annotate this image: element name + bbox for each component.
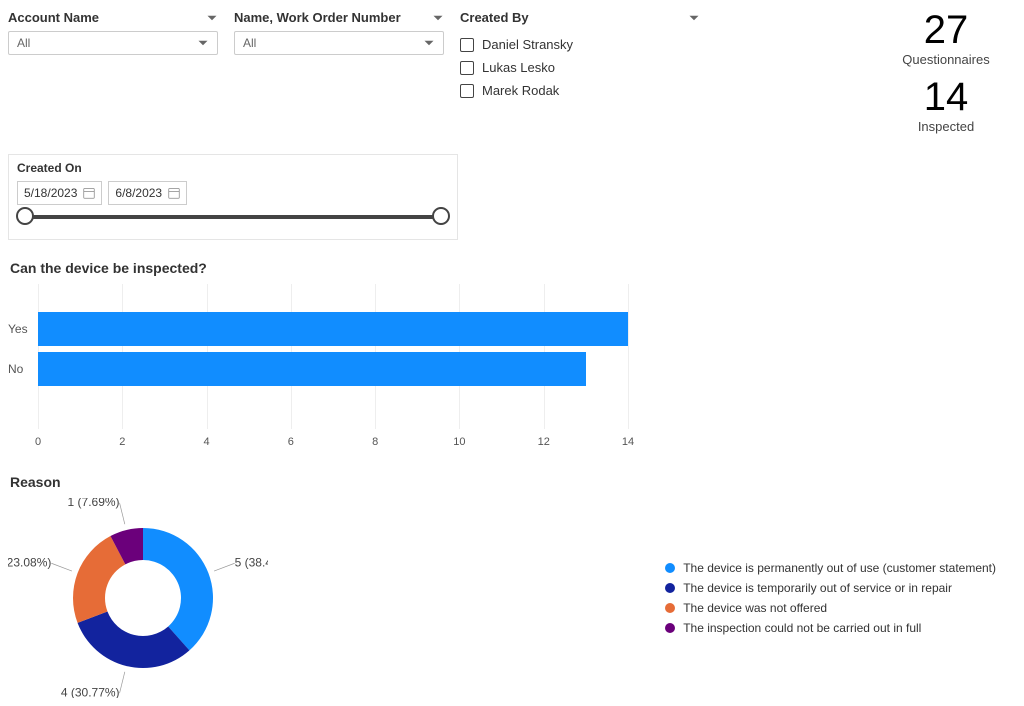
option-label: Lukas Lesko xyxy=(482,60,555,75)
calendar-icon xyxy=(83,187,95,199)
filter-label: Name, Work Order Number xyxy=(234,10,401,25)
donut-data-label: 1 (7.69%) xyxy=(68,498,120,509)
bar-yes[interactable] xyxy=(38,312,628,346)
donut-svg: 5 (38.46%) 4 (30.77%) 3 (23.08%) 1 (7.69%) xyxy=(8,498,268,698)
created-by-option[interactable]: Marek Rodak xyxy=(460,79,700,102)
filter-label: Created On xyxy=(17,161,449,175)
checkbox-icon xyxy=(460,61,474,75)
donut-data-label: 3 (23.08%) xyxy=(8,555,51,569)
checkbox-icon xyxy=(460,84,474,98)
legend-swatch-icon xyxy=(665,583,675,593)
kpi-inspected: 14 Inspected xyxy=(876,75,1016,134)
bar-category-label: No xyxy=(8,362,36,376)
legend-swatch-icon xyxy=(665,603,675,613)
filter-created-on: Created On 5/18/2023 6/8/2023 xyxy=(8,154,458,240)
legend-swatch-icon xyxy=(665,623,675,633)
slider-handle-end[interactable] xyxy=(432,207,450,225)
x-tick: 12 xyxy=(538,436,550,448)
x-tick: 2 xyxy=(119,436,125,448)
legend-item[interactable]: The device is temporarily out of service… xyxy=(665,578,996,598)
donut-chart-title: Reason xyxy=(10,474,1016,490)
chevron-down-icon xyxy=(688,12,700,24)
chevron-down-icon xyxy=(197,37,209,49)
filter-work-order: Name, Work Order Number All xyxy=(234,8,444,142)
kpi-value: 14 xyxy=(876,75,1016,119)
work-order-select[interactable]: All xyxy=(234,31,444,55)
legend-swatch-icon xyxy=(665,563,675,573)
checkbox-icon xyxy=(460,38,474,52)
x-tick: 8 xyxy=(372,436,378,448)
donut-slice[interactable] xyxy=(78,611,190,668)
donut-slice[interactable] xyxy=(143,528,213,650)
legend-label: The device is temporarily out of service… xyxy=(683,581,952,595)
donut-chart-reason: 5 (38.46%)4 (30.77%)3 (23.08%)1 (7.69%) … xyxy=(8,498,1016,698)
x-tick: 14 xyxy=(622,436,634,448)
bar-no[interactable] xyxy=(38,352,586,386)
legend-item[interactable]: The device was not offered xyxy=(665,598,996,618)
legend-label: The device is permanently out of use (cu… xyxy=(683,561,996,575)
x-tick: 4 xyxy=(204,436,210,448)
kpi-value: 27 xyxy=(876,8,1016,52)
created-by-option[interactable]: Lukas Lesko xyxy=(460,56,700,79)
kpi-questionnaires: 27 Questionnaires xyxy=(876,8,1016,67)
legend-item[interactable]: The inspection could not be carried out … xyxy=(665,618,996,638)
account-name-select[interactable]: All xyxy=(8,31,218,55)
kpi-label: Inspected xyxy=(876,119,1016,134)
filter-label: Account Name xyxy=(8,10,99,25)
calendar-icon xyxy=(168,187,180,199)
chevron-down-icon xyxy=(432,12,444,24)
slider-handle-start[interactable] xyxy=(16,207,34,225)
donut-legend: The device is permanently out of use (cu… xyxy=(665,558,1016,638)
date-from-input[interactable]: 5/18/2023 xyxy=(17,181,102,205)
created-by-option[interactable]: Daniel Stransky xyxy=(460,33,700,56)
date-to-input[interactable]: 6/8/2023 xyxy=(108,181,187,205)
date-value: 5/18/2023 xyxy=(24,186,77,200)
kpi-label: Questionnaires xyxy=(876,52,1016,67)
option-label: Daniel Stransky xyxy=(482,37,573,52)
x-tick: 10 xyxy=(453,436,465,448)
donut-data-label: 4 (30.77%) xyxy=(61,685,120,698)
bar-chart-title: Can the device be inspected? xyxy=(10,260,1016,276)
legend-label: The inspection could not be carried out … xyxy=(683,621,921,635)
filter-label: Created By xyxy=(460,10,529,25)
legend-item[interactable]: The device is permanently out of use (cu… xyxy=(665,558,996,578)
chevron-down-icon xyxy=(423,37,435,49)
filter-created-by: Created By Daniel Stransky Lukas Lesko M… xyxy=(460,8,700,142)
filter-account-name: Account Name All xyxy=(8,8,218,142)
bar-category-label: Yes xyxy=(8,322,36,336)
bar-chart-inspected: YesNo 02468101214 xyxy=(8,284,628,454)
select-value: All xyxy=(17,36,30,50)
donut-data-label: 5 (38.46%) xyxy=(235,555,268,569)
option-label: Marek Rodak xyxy=(482,83,559,98)
date-range-slider[interactable] xyxy=(25,215,441,219)
x-tick: 6 xyxy=(288,436,294,448)
x-tick: 0 xyxy=(35,436,41,448)
date-value: 6/8/2023 xyxy=(115,186,162,200)
select-value: All xyxy=(243,36,256,50)
legend-label: The device was not offered xyxy=(683,601,827,615)
chevron-down-icon xyxy=(206,12,218,24)
